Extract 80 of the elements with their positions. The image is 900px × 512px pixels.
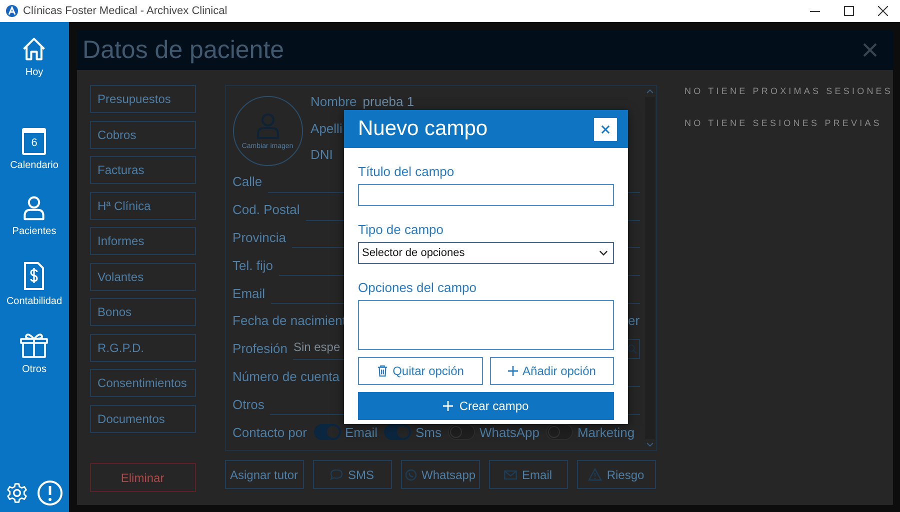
section-button[interactable]: Hª Clínica	[90, 192, 196, 220]
action-button[interactable]: SMS	[312, 460, 392, 489]
action-button[interactable]: Asignar tutor	[224, 460, 304, 489]
plus-icon	[508, 366, 518, 376]
field-label: Tipo de campo	[358, 222, 445, 237]
chat-bubble-icon	[330, 469, 344, 480]
app-logo-icon	[6, 5, 18, 17]
close-icon[interactable]	[878, 6, 888, 16]
field-value[interactable]: prueba 1	[362, 94, 414, 109]
toggle-label: Marketing	[577, 424, 635, 440]
dropdown[interactable]: Selector de opciones	[358, 242, 614, 264]
input-field[interactable]	[358, 184, 614, 206]
section-button[interactable]: Bonos	[90, 298, 196, 326]
dialog-title: Nuevo campo	[358, 117, 488, 141]
toggle-label: Sms	[415, 424, 442, 440]
close-icon	[601, 124, 610, 134]
person-icon	[256, 112, 280, 138]
field-label: Título del campo	[358, 164, 456, 179]
options-list[interactable]	[358, 300, 614, 350]
section-button[interactable]: Volantes	[90, 262, 196, 290]
scroll-up-icon[interactable]	[646, 89, 654, 94]
create-field-button[interactable]: Crear campo	[358, 392, 614, 420]
envelope-icon	[504, 470, 518, 480]
alert-icon[interactable]	[36, 480, 63, 506]
sidebar-item[interactable]: Hoy	[20, 36, 48, 78]
field-label: Contacto por	[232, 424, 307, 440]
toggle-switch[interactable]	[448, 424, 476, 440]
window-title: Clínicas Foster Medical - Archivex Clinical	[23, 5, 228, 17]
toggle-switch[interactable]	[384, 424, 412, 440]
section-button[interactable]: Facturas	[90, 156, 196, 184]
toggle-label: WhatsApp	[479, 424, 540, 440]
field-label: Opciones del campo	[358, 280, 478, 295]
option-button[interactable]: Quitar opción	[358, 357, 482, 385]
page-title: Datos de paciente	[82, 36, 284, 64]
section-button[interactable]: Informes	[90, 227, 196, 255]
field-label: Profesión	[232, 341, 288, 356]
toggle-switch[interactable]	[546, 424, 574, 440]
warning-icon	[588, 468, 602, 481]
calendar-icon: 6	[22, 128, 46, 155]
gift-box-icon	[19, 331, 50, 359]
maximize-icon[interactable]	[844, 6, 854, 16]
section-button[interactable]: Presupuestos	[90, 85, 196, 113]
sidebar-item[interactable]: 6 Calendario	[10, 126, 58, 171]
field-label: Fecha de nacimient	[232, 313, 346, 328]
previous-sessions-text: NO TIENE SESIONES PREVIAS	[684, 118, 883, 128]
section-button[interactable]: R.G.P.D.	[90, 334, 196, 362]
action-button[interactable]: Email	[488, 460, 568, 489]
settings-icon[interactable]	[6, 482, 28, 504]
field-label: Número de cuenta	[232, 368, 340, 384]
trash-icon	[376, 365, 388, 377]
field-label: Nombre	[310, 94, 357, 109]
scroll-down-icon[interactable]	[646, 442, 654, 447]
field-label: Provincia	[232, 230, 286, 245]
section-button[interactable]: Cobros	[90, 120, 196, 148]
field-label: DNI	[310, 147, 333, 162]
action-button[interactable]: Whatsapp	[400, 460, 480, 489]
toggle-switch[interactable]	[314, 424, 341, 440]
dollar-document-icon	[22, 261, 46, 291]
field-label: Calle	[232, 174, 262, 190]
action-button[interactable]: Riesgo	[576, 460, 656, 489]
field-label: Cod. Postal	[232, 202, 300, 218]
search-icon	[627, 344, 638, 354]
field-label: Email	[232, 286, 266, 301]
close-button[interactable]	[594, 118, 617, 140]
plus-icon	[443, 401, 454, 411]
toggle-label: Email	[344, 424, 378, 440]
sidebar-item[interactable]: Pacientes	[12, 195, 56, 237]
sidebar-item[interactable]: Contabilidad	[6, 261, 62, 307]
section-button[interactable]: Consentimientos	[90, 369, 196, 397]
delete-button[interactable]: Eliminar	[90, 463, 196, 492]
field-label: Otros	[232, 396, 264, 412]
field-label: Apelli	[310, 120, 342, 136]
phone-bubble-icon	[404, 468, 417, 480]
upcoming-sessions-text: NO TIENE PROXIMAS SESIONES	[684, 86, 893, 96]
sidebar-item[interactable]: Otros	[19, 331, 50, 375]
section-button[interactable]: Documentos	[90, 404, 196, 432]
chevron-down-icon	[599, 250, 608, 256]
field-label: Tel. fijo	[232, 258, 273, 273]
option-button[interactable]: Añadir opción	[490, 357, 614, 385]
field-label: er	[628, 313, 640, 328]
